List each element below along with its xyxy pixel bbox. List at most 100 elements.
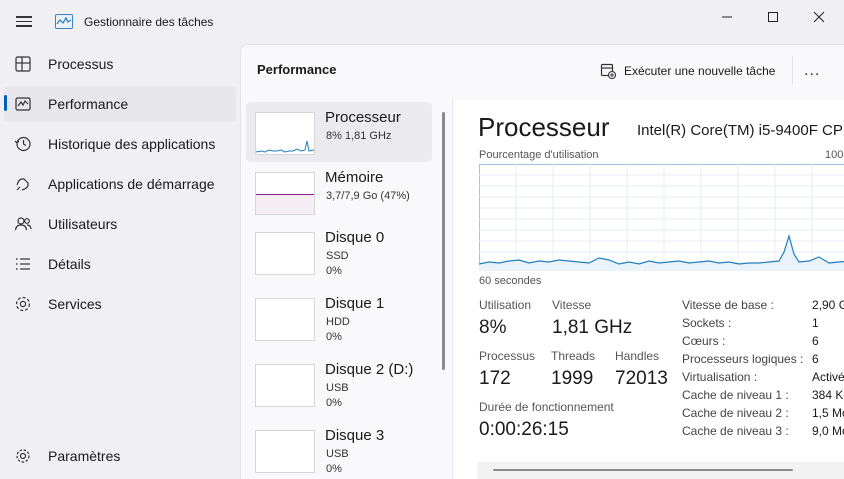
spec-label: Vitesse de base :: [682, 298, 774, 312]
more-options-button[interactable]: ...: [804, 62, 820, 80]
close-icon: [813, 11, 825, 23]
device-cpu[interactable]: Processeur 8% 1,81 GHz: [246, 102, 432, 162]
spec-label: Cache de niveau 2 :: [682, 406, 789, 420]
spec-label: Cœurs :: [682, 334, 726, 348]
sidebar-item-label: Processus: [48, 56, 114, 72]
device-name: Mémoire: [325, 169, 384, 186]
sidebar-item-processes[interactable]: Processus: [4, 46, 236, 82]
uptime-value: 0:00:26:15: [479, 419, 569, 440]
device-type: USB: [326, 382, 349, 394]
cpu-thumbnail: [255, 112, 315, 155]
threads-label: Threads: [551, 349, 596, 363]
spec-label: Cache de niveau 1 :: [682, 388, 789, 402]
new-task-icon: [600, 63, 616, 79]
sidebar-item-settings[interactable]: Paramètres: [4, 438, 236, 474]
device-type: SSD: [326, 250, 349, 262]
page-title: Performance: [257, 62, 337, 77]
horizontal-scrollbar[interactable]: [477, 462, 844, 479]
detail-title: Processeur: [478, 112, 610, 142]
device-usage: 0%: [326, 265, 342, 277]
disk-thumbnail: [255, 298, 315, 341]
spec-value: 1: [812, 316, 819, 330]
cpu-model: Intel(R) Core(TM) i5-9400F CP: [637, 122, 843, 139]
disk-thumbnail: [255, 364, 315, 407]
sidebar-item-label: Performance: [48, 96, 129, 112]
device-list-scrollbar[interactable]: [442, 112, 445, 370]
window-title: Gestionnaire des tâches: [84, 15, 214, 29]
sidebar-item-label: Détails: [48, 256, 91, 272]
disk-thumbnail: [255, 232, 315, 275]
device-usage: 0%: [326, 463, 342, 475]
device-name: Disque 2 (D:): [325, 361, 414, 378]
utilisation-value: 8%: [479, 317, 507, 338]
device-disk-1[interactable]: Disque 1 HDD 0%: [246, 288, 432, 348]
sidebar-item-label: Utilisateurs: [48, 216, 118, 232]
device-type: HDD: [326, 316, 350, 328]
cpu-detail-pane: Processeur Intel(R) Core(TM) i5-9400F CP…: [453, 100, 844, 479]
spec-value: 9,0 Mo: [812, 424, 844, 438]
device-name: Disque 0: [325, 229, 385, 246]
device-name: Disque 3: [325, 427, 385, 444]
spec-value: 2,90 G: [812, 298, 844, 312]
graph-label: Pourcentage d'utilisation: [479, 149, 599, 161]
task-manager-icon: [55, 14, 73, 29]
spec-value: 384 Ko: [812, 388, 844, 402]
utilisation-label: Utilisation: [479, 298, 532, 312]
speed-label: Vitesse: [552, 298, 592, 312]
device-usage: 0%: [326, 397, 342, 409]
services-icon: [15, 296, 31, 312]
spec-value: Activé: [812, 370, 844, 384]
sidebar-item-details[interactable]: Détails: [4, 246, 236, 282]
users-icon: [14, 217, 32, 231]
device-memory[interactable]: Mémoire 3,7/7,9 Go (47%): [246, 162, 432, 222]
maximize-icon: [768, 12, 778, 22]
details-icon: [16, 258, 30, 270]
device-disk-3[interactable]: Disque 3 USB 0%: [246, 420, 432, 479]
sidebar-item-history[interactable]: Historique des applications: [4, 126, 236, 162]
sidebar-item-startup[interactable]: Applications de démarrage: [4, 166, 236, 202]
menu-icon[interactable]: [14, 13, 34, 31]
processes-value: 172: [479, 368, 511, 389]
sidebar-item-label: Services: [48, 296, 102, 312]
maximize-button[interactable]: [750, 2, 796, 32]
uptime-label: Durée de fonctionnement: [479, 400, 614, 414]
spec-label: Sockets :: [682, 316, 732, 330]
spec-value: 6: [812, 334, 819, 348]
device-name: Disque 1: [325, 295, 385, 312]
device-disk-2[interactable]: Disque 2 (D:) USB 0%: [246, 354, 432, 414]
minimize-icon: [722, 16, 732, 18]
history-icon: [14, 136, 31, 152]
cpu-usage-graph: [478, 164, 844, 271]
speed-value: 1,81 GHz: [552, 317, 633, 338]
header-divider: [792, 56, 793, 84]
minimize-button[interactable]: [704, 2, 750, 32]
threads-value: 1999: [551, 368, 594, 389]
sidebar-item-performance[interactable]: Performance: [4, 86, 236, 122]
device-type: USB: [326, 448, 349, 460]
run-new-task-label: Exécuter une nouvelle tâche: [624, 64, 776, 78]
gear-icon: [16, 449, 30, 463]
handles-value: 72013: [615, 368, 668, 389]
device-usage: 3,7/7,9 Go (47%): [326, 190, 410, 202]
sidebar-item-label: Historique des applications: [48, 136, 216, 152]
device-name: Processeur: [325, 109, 401, 126]
sidebar-item-users[interactable]: Utilisateurs: [4, 206, 236, 242]
title-bar: Gestionnaire des tâches: [0, 0, 844, 44]
device-usage: 0%: [326, 331, 342, 343]
performance-icon: [15, 97, 31, 111]
spec-value: 1,5 Mo: [812, 406, 844, 420]
spec-value: 6: [812, 352, 819, 366]
sidebar-item-services[interactable]: Services: [4, 286, 236, 322]
close-button[interactable]: [796, 2, 842, 32]
sidebar-item-label: Paramètres: [48, 448, 121, 464]
spec-label: Cache de niveau 3 :: [682, 424, 789, 438]
device-disk-0[interactable]: Disque 0 SSD 0%: [246, 222, 432, 282]
run-new-task-button[interactable]: Exécuter une nouvelle tâche: [600, 60, 775, 82]
startup-icon: [16, 178, 29, 191]
graph-max-label: 100: [825, 149, 844, 161]
disk-thumbnail: [255, 430, 315, 473]
active-indicator: [4, 95, 7, 111]
graph-time-label: 60 secondes: [479, 275, 542, 287]
spec-label: Processeurs logiques :: [682, 352, 804, 366]
device-usage: 8% 1,81 GHz: [326, 130, 392, 142]
